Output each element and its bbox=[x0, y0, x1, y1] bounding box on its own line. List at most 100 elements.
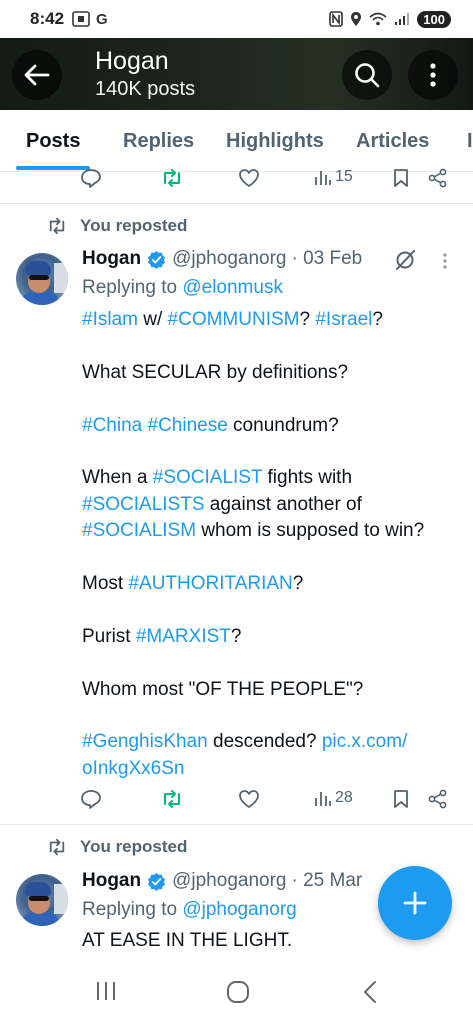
replying-to: Replying to @jphoganorg bbox=[82, 899, 297, 921]
screenshot-icon bbox=[72, 11, 90, 27]
repost-small-icon bbox=[49, 217, 65, 235]
replying-to-prefix: Replying to bbox=[82, 277, 183, 298]
like-button[interactable] bbox=[238, 168, 260, 188]
comment-icon bbox=[81, 169, 101, 188]
repost-icon bbox=[164, 169, 180, 187]
post-date: · 25 Mar bbox=[291, 870, 363, 891]
hashtag-link[interactable]: #COMMUNISM bbox=[168, 309, 300, 330]
tab-highlights[interactable]: Highlights bbox=[226, 130, 324, 153]
author-handle[interactable]: @jphoganorg bbox=[172, 870, 286, 892]
share-icon bbox=[428, 789, 447, 809]
replying-to: Replying to @elonmusk bbox=[82, 277, 283, 299]
active-tab-indicator bbox=[16, 166, 90, 170]
status-left-icons: G bbox=[72, 11, 108, 28]
repost-label: You reposted bbox=[80, 216, 188, 235]
bookmark-icon bbox=[394, 790, 408, 808]
post-line: When a #SOCIALIST fights with #SOCIALISTS… bbox=[82, 467, 425, 542]
tab-posts[interactable]: Posts bbox=[26, 130, 80, 153]
replying-to-prefix: Replying to bbox=[82, 899, 183, 920]
more-options-button[interactable] bbox=[408, 50, 458, 100]
post-header: Hogan @jphoganorg · 03 Feb bbox=[82, 248, 362, 270]
bookmark-icon bbox=[394, 169, 408, 187]
battery-indicator: 100 bbox=[417, 10, 451, 28]
signal-icon bbox=[395, 13, 410, 25]
more-vertical-icon bbox=[430, 63, 436, 87]
repost-button[interactable] bbox=[160, 789, 184, 809]
search-icon bbox=[355, 63, 380, 88]
profile-name: Hogan bbox=[95, 47, 169, 75]
hashtag-link[interactable]: #Chinese bbox=[148, 415, 228, 436]
bookmark-button[interactable] bbox=[392, 789, 410, 809]
post-line: Most #AUTHORITARIAN? bbox=[82, 573, 304, 594]
post-line: #GenghisKhan descended? pic.x.com/oInkgX… bbox=[82, 731, 408, 779]
views-count: 28 bbox=[335, 789, 353, 806]
media-link[interactable]: pic.x.com/ bbox=[322, 731, 408, 752]
repost-indicator: You reposted bbox=[46, 837, 187, 857]
location-icon bbox=[351, 12, 362, 26]
post-line: #Islam w/ #COMMUNISM? #Israel? bbox=[82, 309, 383, 330]
post-divider bbox=[0, 203, 473, 204]
share-button[interactable] bbox=[428, 168, 448, 188]
views-button[interactable]: 28 bbox=[314, 789, 353, 807]
back-button[interactable] bbox=[12, 50, 62, 100]
hashtag-link[interactable]: #China bbox=[82, 415, 142, 436]
system-nav-bar bbox=[0, 958, 473, 1024]
back-nav-icon[interactable] bbox=[362, 980, 378, 1004]
g-icon: G bbox=[96, 10, 108, 28]
hashtag-link[interactable]: #Islam bbox=[82, 309, 138, 330]
reply-mention-link[interactable]: @jphoganorg bbox=[182, 899, 296, 920]
reply-button[interactable] bbox=[80, 168, 102, 188]
plus-icon bbox=[403, 891, 427, 915]
reply-mention-link[interactable]: @elonmusk bbox=[182, 277, 283, 298]
compose-button[interactable] bbox=[378, 866, 452, 940]
reply-button[interactable] bbox=[80, 789, 102, 809]
hashtag-link[interactable]: #SOCIALIST bbox=[153, 467, 262, 488]
repost-button[interactable] bbox=[160, 168, 184, 188]
hashtag-link[interactable]: #Israel bbox=[315, 309, 372, 330]
hashtag-link[interactable]: #MARXIST bbox=[136, 626, 231, 647]
post-line: Whom most "OF THE PEOPLE"? bbox=[82, 678, 364, 700]
media-link[interactable]: oInkgXx6Sn bbox=[82, 758, 184, 779]
tab-overflow[interactable]: I bbox=[467, 130, 473, 153]
post-date: · 03 Feb bbox=[291, 248, 363, 269]
hashtag-link[interactable]: #SOCIALISM bbox=[82, 520, 196, 541]
hashtag-link[interactable]: #SOCIALISTS bbox=[82, 494, 205, 515]
post-line: What SECULAR by definitions? bbox=[82, 361, 349, 383]
grok-icon[interactable] bbox=[394, 249, 416, 271]
post-more-icon[interactable] bbox=[442, 252, 448, 270]
hashtag-link[interactable]: #AUTHORITARIAN bbox=[128, 573, 292, 594]
bookmark-button[interactable] bbox=[392, 168, 410, 188]
like-button[interactable] bbox=[238, 789, 260, 809]
previous-post-actions: 15 bbox=[80, 168, 450, 198]
tab-replies[interactable]: Replies bbox=[123, 130, 194, 153]
verified-badge-icon bbox=[148, 250, 166, 269]
hashtag-link[interactable]: #GenghisKhan bbox=[82, 731, 208, 752]
views-chart-icon bbox=[315, 171, 331, 185]
status-bar: 8:42 G 100 bbox=[0, 0, 473, 38]
search-button[interactable] bbox=[342, 50, 392, 100]
share-button[interactable] bbox=[428, 789, 448, 809]
post-divider bbox=[0, 824, 473, 825]
avatar[interactable] bbox=[16, 253, 68, 305]
post-header: Hogan @jphoganorg · 25 Mar bbox=[82, 870, 362, 892]
post-text: #Islam w/ #COMMUNISM? #Israel? What SECU… bbox=[82, 307, 457, 782]
heart-icon bbox=[239, 169, 259, 188]
home-icon[interactable] bbox=[226, 980, 250, 1004]
author-name[interactable]: Hogan bbox=[82, 248, 141, 270]
header-title: Hogan 140K posts bbox=[95, 46, 195, 102]
views-chart-icon bbox=[315, 792, 331, 806]
post-actions: 28 bbox=[80, 789, 450, 819]
tab-articles[interactable]: Articles bbox=[356, 130, 429, 153]
author-name[interactable]: Hogan bbox=[82, 870, 141, 892]
views-count: 15 bbox=[335, 168, 353, 185]
verified-badge-icon bbox=[148, 872, 166, 891]
share-icon bbox=[428, 168, 447, 188]
avatar[interactable] bbox=[16, 874, 68, 926]
post-line: Purist #MARXIST? bbox=[82, 625, 242, 647]
recent-apps-icon[interactable] bbox=[95, 980, 117, 1002]
author-handle[interactable]: @jphoganorg bbox=[172, 248, 286, 270]
views-button[interactable]: 15 bbox=[314, 168, 353, 186]
comment-icon bbox=[81, 790, 101, 809]
post-line: #China #Chinese conundrum? bbox=[82, 414, 339, 436]
wifi-icon bbox=[369, 12, 387, 26]
